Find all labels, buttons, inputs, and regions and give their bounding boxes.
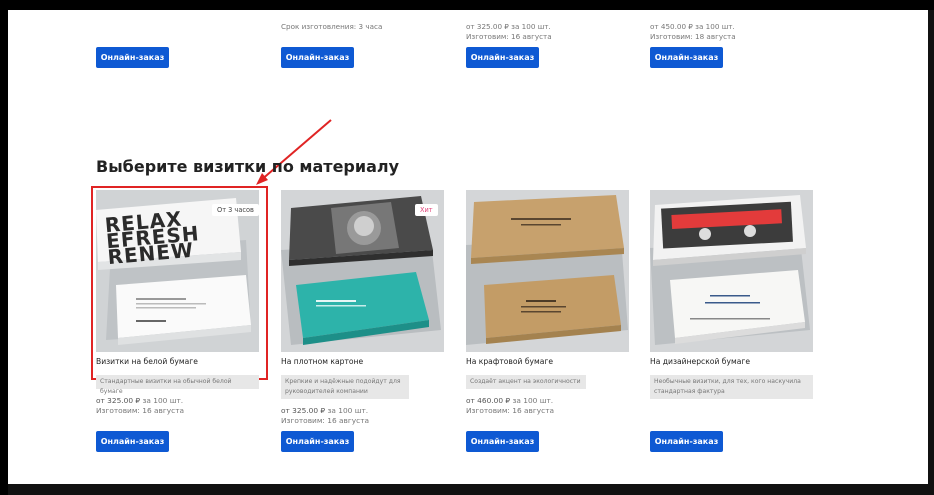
production-date-text: Изготовим: 16 августа <box>96 406 185 415</box>
hit-badge: Хит <box>415 204 438 216</box>
page: Срок изготовления: 3 часа от 325.00 ₽ за… <box>8 10 934 495</box>
section-title: Выберите визитки по материалу <box>96 157 400 176</box>
card-title[interactable]: На крафтовой бумаге <box>466 357 553 366</box>
price-value: от 325.00 ₽ <box>96 396 141 405</box>
online-order-button[interactable]: Онлайн-заказ <box>466 431 539 452</box>
card-description: Стандартные визитки на обычной белой бум… <box>96 375 259 395</box>
card-title[interactable]: Визитки на белой бумаге <box>96 357 198 366</box>
price-unit: за 100 шт. <box>510 396 554 405</box>
price-text: от 325.00 ₽ за 100 шт. <box>96 396 183 406</box>
highlight-box <box>91 186 268 380</box>
price-text: от 325.00 ₽ за 100 шт. <box>281 406 368 416</box>
card-description: Крепкие и надёжные подойдут для руководи… <box>281 375 409 399</box>
card-description: Необычные визитки, для тех, кого наскучи… <box>650 375 813 399</box>
card-image-designer-paper[interactable] <box>650 190 813 352</box>
production-date-text: Изготовим: 16 августа <box>281 416 370 425</box>
online-order-button[interactable]: Онлайн-заказ <box>650 431 723 452</box>
scrollbar[interactable] <box>928 10 934 484</box>
card-title[interactable]: На плотном картоне <box>281 357 363 366</box>
price-unit: за 100 шт. <box>140 396 184 405</box>
price-value: от 325.00 ₽ <box>281 406 326 415</box>
card-image-thick-carton[interactable]: Хит <box>281 190 444 352</box>
card-title[interactable]: На дизайнерской бумаге <box>650 357 750 366</box>
card-image-kraft-paper[interactable] <box>466 190 629 352</box>
online-order-button[interactable]: Онлайн-заказ <box>281 431 354 452</box>
production-date-text: Изготовим: 16 августа <box>466 406 555 415</box>
window-bottom-edge <box>8 484 934 495</box>
price-value: от 460.00 ₽ <box>466 396 511 405</box>
card-description: Создаёт акцент на экологичности <box>466 375 586 389</box>
price-unit: за 100 шт. <box>325 406 369 415</box>
price-text: от 460.00 ₽ за 100 шт. <box>466 396 553 406</box>
online-order-button[interactable]: Онлайн-заказ <box>96 431 169 452</box>
